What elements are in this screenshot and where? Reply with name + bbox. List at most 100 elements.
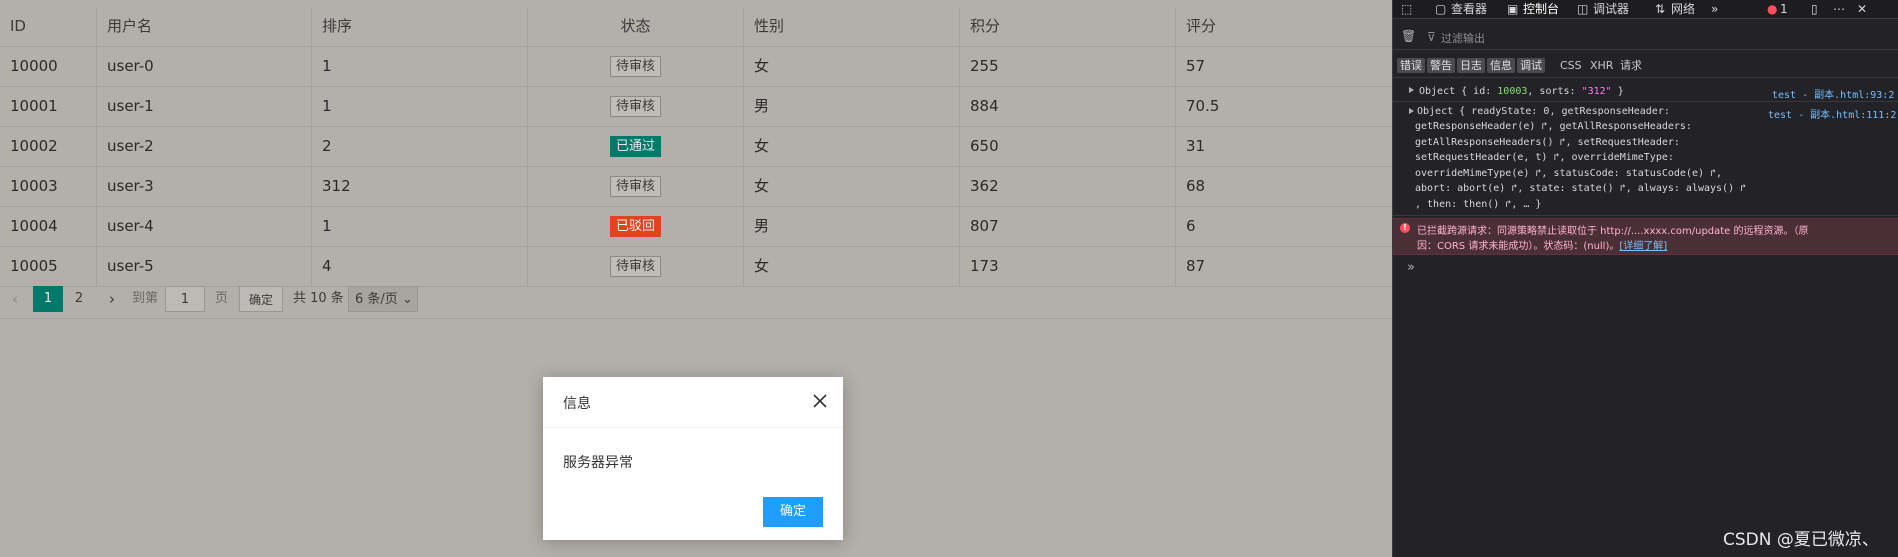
header-score[interactable]: 积分 <box>959 7 1175 46</box>
console-error-entry[interactable]: ! 已拦截跨源请求：同源策略禁止读取位于 http://....xxxx.com… <box>1393 218 1898 255</box>
cell-score: 362 <box>959 167 1175 206</box>
cell-status: 已通过 <box>527 127 743 166</box>
cell-username: user-0 <box>96 47 311 86</box>
header-rating[interactable]: 评分 <box>1175 7 1392 46</box>
dialog-confirm-button[interactable]: 确定 <box>763 497 823 527</box>
status-badge: 待审核 <box>609 96 661 117</box>
cell-status: 待审核 <box>527 47 743 86</box>
console-input-prompt[interactable]: » <box>1407 260 1415 275</box>
status-badge: 待审核 <box>609 256 661 277</box>
filter-xhr-button[interactable]: XHR <box>1590 58 1613 73</box>
table-row[interactable]: 10005 user-5 4 待审核 女 173 87 <box>0 247 1392 287</box>
next-page-button[interactable]: › <box>104 286 120 312</box>
error-count-icon[interactable]: ● <box>1767 0 1777 18</box>
header-sort[interactable]: 排序 <box>311 7 527 46</box>
header-status[interactable]: 状态 <box>527 7 743 46</box>
info-dialog: 信息 服务器异常 确定 <box>543 377 843 540</box>
table-row[interactable]: 10000 user-0 1 待审核 女 255 57 <box>0 47 1392 87</box>
status-badge: 已通过 <box>609 136 661 157</box>
tab-network[interactable]: 网络 <box>1671 0 1695 18</box>
filter-requests-button[interactable]: 请求 <box>1620 58 1642 73</box>
page-size-select[interactable]: 6 条/页 ⌄ <box>348 286 418 312</box>
log-line: getResponseHeader(e) ↱, getAllResponseHe… <box>1415 121 1692 132</box>
more-tabs-icon[interactable]: » <box>1711 0 1718 18</box>
dock-icon[interactable]: ▯ <box>1811 0 1818 18</box>
log-line: , then: then() ↱, … } <box>1415 199 1542 210</box>
cell-rating: 68 <box>1175 167 1392 206</box>
console-filter-bar: 🗑 ⊽ 过滤输出 <box>1393 25 1898 50</box>
table-row[interactable]: 10002 user-2 2 已通过 女 650 31 <box>0 127 1392 167</box>
tab-inspector[interactable]: 查看器 <box>1451 0 1487 18</box>
close-icon[interactable] <box>811 392 829 410</box>
learn-more-link[interactable]: [详细了解] <box>1619 241 1667 252</box>
error-line-2: 因：CORS 请求未能成功）。状态码：(null)。[详细了解] <box>1417 241 1668 252</box>
cell-gender: 女 <box>743 247 959 286</box>
goto-confirm-button[interactable]: 确定 <box>239 286 283 312</box>
table-row[interactable]: 10003 user-3 312 待审核 女 362 68 <box>0 167 1392 207</box>
header-username[interactable]: 用户名 <box>96 7 311 46</box>
pick-element-icon[interactable]: ⬚ <box>1401 0 1412 18</box>
dialog-header: 信息 <box>543 377 843 428</box>
log-source-link[interactable]: test - 副本.html:93:2 <box>1772 86 1894 101</box>
cell-username: user-5 <box>96 247 311 286</box>
level-warning-button[interactable]: 警告 <box>1427 58 1455 73</box>
cell-id: 10005 <box>10 257 58 275</box>
expand-triangle-icon[interactable] <box>1409 108 1414 114</box>
level-log-button[interactable]: 日志 <box>1457 58 1485 73</box>
console-icon: ▣ <box>1507 2 1519 16</box>
dialog-title: 信息 <box>563 396 591 412</box>
cell-username: user-2 <box>96 127 311 166</box>
status-badge: 待审核 <box>609 56 661 77</box>
cell-score: 173 <box>959 247 1175 286</box>
level-debug-button[interactable]: 调试 <box>1517 58 1545 73</box>
cell-score: 807 <box>959 207 1175 246</box>
cell-sort: 2 <box>311 127 527 166</box>
error-line: 已拦截跨源请求：同源策略禁止读取位于 http://....xxxx.com/u… <box>1417 226 1809 237</box>
cell-score: 255 <box>959 47 1175 86</box>
filter-icon: ⊽ <box>1427 30 1436 44</box>
table-row[interactable]: 10001 user-1 1 待审核 男 884 70.5 <box>0 87 1392 127</box>
level-error-button[interactable]: 错误 <box>1397 58 1425 73</box>
trash-icon[interactable]: 🗑 <box>1401 29 1416 43</box>
page-unit-label: 页 <box>215 291 229 306</box>
log-line: abort: abort(e) ↱, state: state() ↱, alw… <box>1415 183 1747 194</box>
cell-gender: 女 <box>743 47 959 86</box>
watermark: CSDN @夏已微凉、 <box>1723 530 1879 550</box>
cell-gender: 女 <box>743 167 959 206</box>
header-id[interactable]: ID <box>0 7 96 46</box>
cell-sort: 1 <box>311 47 527 86</box>
console-log-entry[interactable]: Object { id: 10003, sorts: "312" } test … <box>1393 83 1898 102</box>
tab-console[interactable]: 控制台 <box>1523 0 1559 18</box>
dialog-message: 服务器异常 <box>563 455 633 471</box>
page-size-value: 6 条/页 <box>355 292 398 307</box>
log-line: setRequestHeader(e, t) ↱, overrideMimeTy… <box>1415 152 1674 163</box>
cell-username: user-3 <box>96 167 311 206</box>
log-source-link[interactable]: test - 副本.html:111:2 <box>1768 106 1896 121</box>
cell-sort: 4 <box>311 247 527 286</box>
level-info-button[interactable]: 信息 <box>1487 58 1515 73</box>
console-level-filters: 错误 警告 日志 信息 调试 CSS XHR 请求 <box>1393 55 1898 78</box>
filter-css-button[interactable]: CSS <box>1560 58 1582 73</box>
prev-page-button[interactable]: ‹ <box>6 286 24 312</box>
close-devtools-icon[interactable]: ✕ <box>1857 0 1867 18</box>
status-badge: 待审核 <box>609 176 661 197</box>
cell-gender: 男 <box>743 207 959 246</box>
cell-rating: 31 <box>1175 127 1392 166</box>
error-count: 1 <box>1780 2 1788 16</box>
filter-output-input[interactable]: 过滤输出 <box>1441 30 1485 46</box>
more-options-icon[interactable]: ⋯ <box>1833 0 1845 18</box>
page-overlay: ID 用户名 排序 状态 性别 积分 评分 10000 user-0 1 待审核… <box>0 0 1392 557</box>
cell-id: 10002 <box>10 137 58 155</box>
pagination: ‹ 1 2 › 到第 1 页 确定 共 10 条 6 条/页 ⌄ <box>0 282 1392 319</box>
table-row[interactable]: 10004 user-4 1 已驳回 男 807 6 <box>0 207 1392 247</box>
expand-triangle-icon[interactable] <box>1409 87 1414 93</box>
tab-debugger[interactable]: 调试器 <box>1593 0 1629 18</box>
cell-rating: 57 <box>1175 47 1392 86</box>
goto-page-input[interactable]: 1 <box>165 286 205 312</box>
console-log-entry[interactable]: Object { readyState: 0, getResponseHeade… <box>1393 103 1898 216</box>
page-1-button[interactable]: 1 <box>33 286 63 312</box>
cell-score: 650 <box>959 127 1175 166</box>
header-gender[interactable]: 性别 <box>743 7 959 46</box>
cell-rating: 87 <box>1175 247 1392 286</box>
page-2-button[interactable]: 2 <box>68 286 90 312</box>
